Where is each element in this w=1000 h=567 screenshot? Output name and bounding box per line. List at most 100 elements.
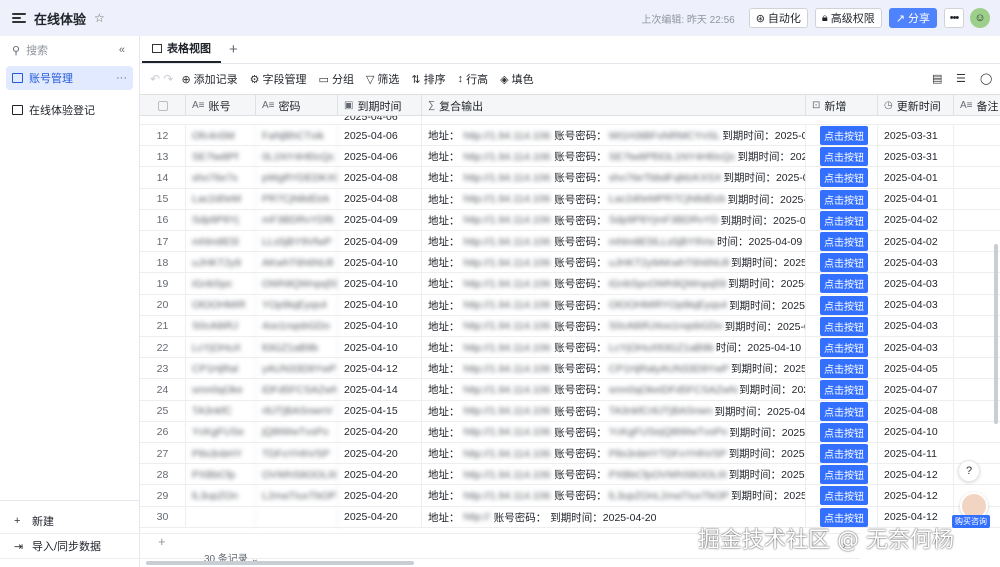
click-button[interactable]: 点击按钮 [820,168,868,188]
expire-cell[interactable]: 2025-04-20 [338,506,422,528]
password-cell[interactable]: FaNjBhCTxik [256,125,338,146]
column-header-new[interactable]: ⊡ 新增 [806,95,878,116]
column-header-composite[interactable]: ∑ 复合输出 [422,95,806,116]
account-cell[interactable]: Sdp9P8Yj [186,209,256,231]
table-row[interactable]: 26 YcKgFUSe jQ8tWwTvsPo 2025-04-20 地址： http:/… [140,421,1000,443]
updated-cell[interactable]: 2025-04-03 [878,252,954,274]
password-cell[interactable]: OWh9QWnpq59 [256,273,338,295]
add-row-icon[interactable]: + [158,534,166,549]
account-cell[interactable]: CP1HjRal [186,358,256,380]
updated-cell[interactable]: 2025-04-12 [878,464,954,486]
more-button[interactable]: ••• [944,8,964,28]
password-cell[interactable]: pWgRYDEDKX0 [256,167,338,189]
menu-icon[interactable] [12,12,26,24]
table-row[interactable]: 28 PXBbCfp OVWhS8OOLIII 2025-04-20 地址： http:/… [140,464,1000,486]
updated-cell[interactable]: 2025-04-02 [878,231,954,252]
click-button[interactable]: 点击按钮 [820,401,868,421]
password-cell[interactable]: PR7CjN8dDzk [256,188,338,210]
table-row[interactable]: 22 LcYjOHuX lt3GZ1aB9b 2025-04-10 地址： http://… [140,337,1000,359]
account-cell[interactable]: YcKgFUSe [186,421,256,443]
account-cell[interactable]: LcYjOHuX [186,337,256,358]
table-row[interactable]: 15 Lac2d0eM PR7CjN8dDzk 2025-04-08 地址： http:/… [140,188,1000,210]
account-cell[interactable]: S0cA8iRJ [186,315,256,337]
account-cell[interactable]: TA3nkfC [186,400,256,422]
updated-cell[interactable]: 2025-04-08 [878,400,954,422]
note-cell[interactable] [954,125,1000,146]
table-row-partial[interactable]: 2025-04-06 [140,116,1000,125]
table-row[interactable]: 18 uJHKT2y9 AKwhT6h6NUll 2025-04-10 地址： http:… [140,252,1000,274]
updated-cell[interactable]: 2025-04-12 [878,485,954,507]
password-cell[interactable]: mF3BDRvYDf6 [256,209,338,231]
expire-cell[interactable]: 2025-04-20 [338,421,422,443]
table-row[interactable]: 12 Ofc4n5M FaNjBhCTxik 2025-04-06 地址： http://… [140,125,1000,147]
column-header-password[interactable]: A≡ 密码 [256,95,338,116]
more-icon[interactable]: ··· [116,72,127,84]
updated-cell[interactable]: 2025-04-02 [878,209,954,231]
click-button[interactable]: 点击按钮 [820,486,868,506]
composite-cell[interactable]: 地址： http://1.94.114.106 账号密码： Wt1H3tBFoNRMC… [422,125,806,146]
composite-cell[interactable]: 地址： http://1.94.114.106 账号密码： Lac2d0eMPR7Cj… [422,188,806,210]
expire-cell[interactable]: 2025-04-06 [338,125,422,146]
password-cell[interactable]: YOp9tqEyqs4 [256,294,338,316]
vertical-scrollbar[interactable] [994,244,998,424]
table-row[interactable]: 19 iGnbSpc OWh9QWnpq59 2025-04-10 地址： http://… [140,273,1000,295]
table-row[interactable]: 13 SE7tw8Pf 0L1NY4Hl0cQc 2025-04-06 地址： http:… [140,146,1000,168]
click-button[interactable]: 点击按钮 [820,210,868,230]
composite-cell[interactable]: 地址： http://1.94.114.106 账号密码： smn0qOkeiDFd5… [422,379,806,401]
clipboard-icon[interactable]: ▤ [932,72,942,85]
note-cell[interactable] [954,210,1000,231]
click-button[interactable]: 点击按钮 [820,422,868,442]
expire-cell[interactable]: 2025-04-10 [338,273,422,295]
add-view-icon[interactable]: + [229,35,238,63]
expire-cell[interactable]: 2025-04-15 [338,400,422,422]
click-button[interactable]: 点击按钮 [820,465,868,485]
click-button[interactable]: 点击按钮 [820,380,868,400]
composite-cell[interactable]: 地址： http://1.94.114.106 账号密码： mhlm8E5lLLs5j… [422,231,806,252]
account-cell[interactable]: OlOOHMIR [186,294,256,316]
account-cell[interactable]: P8s3nbHY [186,443,256,464]
click-button[interactable]: 点击按钮 [820,147,868,167]
account-cell[interactable]: Lac2d0eM [186,188,256,210]
click-button[interactable]: 点击按钮 [820,359,868,379]
filter-button[interactable]: ▽ 筛选 [366,71,399,87]
fields-button[interactable]: ⚙ 字段管理 [250,71,307,87]
account-cell[interactable]: mhlm8E5l [186,231,256,252]
click-button[interactable]: 点击按钮 [820,444,868,463]
column-header-note[interactable]: A≡ 备注 [954,95,1000,116]
expire-cell[interactable]: 2025-04-08 [338,188,422,210]
expire-cell[interactable]: 2025-04-10 [338,294,422,316]
sort-button[interactable]: ⇅ 排序 [411,71,445,87]
composite-cell[interactable]: 地址： http://1.94.114.106 账号密码： P8s3nbHYTDFoY… [422,443,806,464]
table-row[interactable]: 27 P8s3nbHY TDFoYHhVSP 2025-04-20 地址： http://… [140,443,1000,465]
composite-cell[interactable]: 地址： http://1.94.114.106 账号密码： LcYjOHuXlt3GZ… [422,337,806,358]
star-icon[interactable]: ☆ [94,11,105,25]
table-row[interactable]: 25 TA3nkfC r8JTjBASnwnV 2025-04-15 地址： http:/… [140,400,1000,422]
account-cell[interactable]: Ofc4n5M [186,125,256,146]
account-cell[interactable]: iGnbSpc [186,273,256,295]
note-cell[interactable] [954,422,1000,443]
password-cell[interactable]: L2maTIuxTbOP [256,485,338,507]
expire-cell[interactable]: 2025-04-20 [338,464,422,486]
updated-cell[interactable]: 2025-03-31 [878,146,954,168]
password-cell[interactable]: jQ8tWwTvsPo [256,421,338,443]
table-row[interactable]: 21 S0cA8iRJ 4oo1nqsbGDo 2025-04-10 地址： http:/… [140,315,1000,337]
updated-cell[interactable]: 2025-04-03 [878,315,954,337]
consult-widget[interactable]: 购买咨询 [952,492,992,528]
sidebar-search[interactable]: ⚲ 搜索 « [0,36,139,64]
comment-icon[interactable]: ◯ [980,72,992,85]
account-cell[interactable]: lL3upZOn [186,485,256,507]
account-cell[interactable]: smn0qOke [186,379,256,401]
table-row[interactable]: 24 smn0qOke iDFd5FCSAZwN 2025-04-14 地址： http:… [140,379,1000,401]
column-header-updated[interactable]: ◷ 更新时间 [878,95,954,116]
expire-cell[interactable]: 2025-04-20 [338,485,422,507]
composite-cell[interactable]: 地址： http://1.94.114.106 账号密码： uJHKT2y9AKwhT… [422,252,806,274]
select-all-checkbox[interactable] [140,95,186,116]
composite-cell[interactable]: 地址： http://1.94.114.106 账号密码： sho76eTbbdFqM… [422,167,806,189]
help-button[interactable]: ? [958,460,980,482]
table-row[interactable]: 23 CP1HjRal yAUN33D9YwP 2025-04-12 地址： http:/… [140,358,1000,380]
password-cell[interactable]: 4oo1nqsbGDo [256,315,338,337]
composite-cell[interactable]: 地址： http://1.94.114.106 账号密码： YcKgFUSejQ8tW… [422,421,806,443]
updated-cell[interactable]: 2025-04-01 [878,188,954,210]
expire-cell[interactable]: 2025-04-10 [338,337,422,358]
tab-table-view[interactable]: 表格视图 [142,35,221,63]
